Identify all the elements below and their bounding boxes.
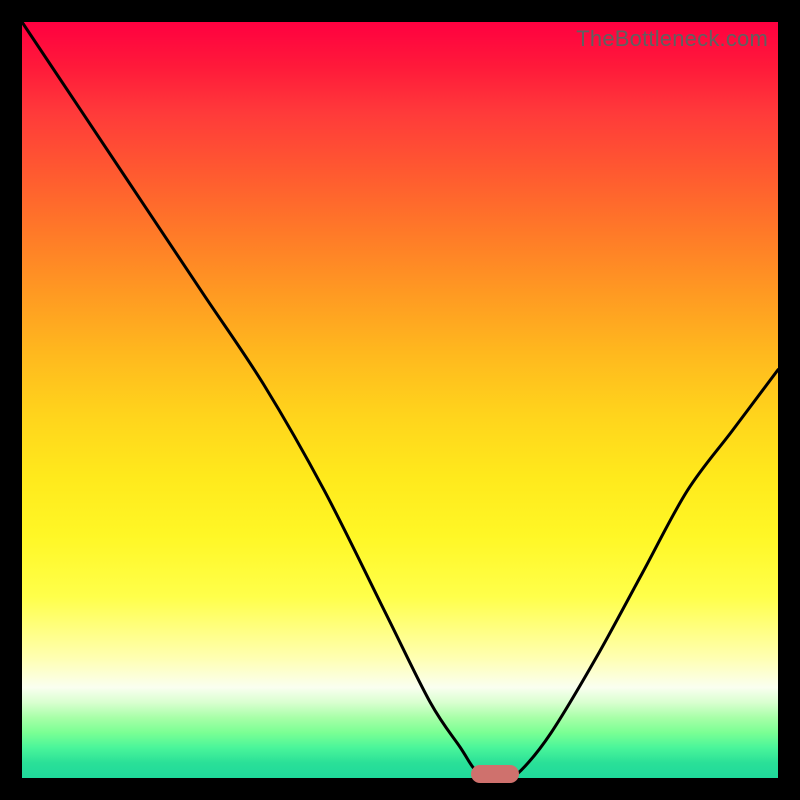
bottleneck-curve (22, 22, 778, 778)
plot-area: TheBottleneck.com (22, 22, 778, 778)
chart-frame: TheBottleneck.com (0, 0, 800, 800)
optimal-marker (471, 765, 519, 783)
